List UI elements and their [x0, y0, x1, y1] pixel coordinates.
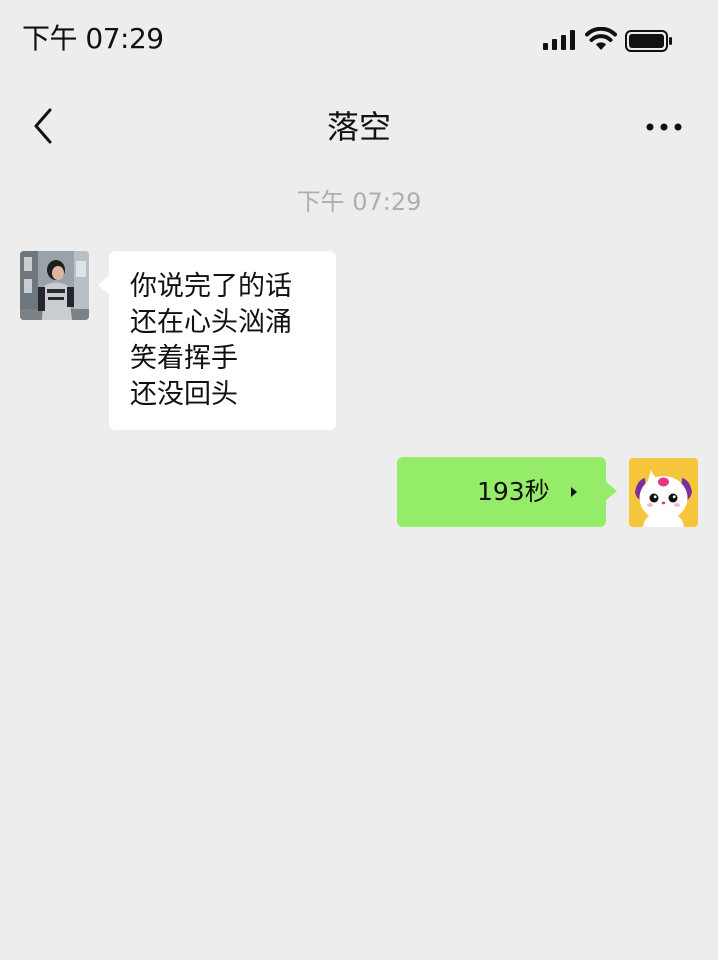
voice-play-icon	[571, 487, 577, 497]
text-message-bubble[interactable]: 你说完了的话 还在心头汹涌 笑着挥手 还没回头	[98, 251, 336, 430]
battery-icon	[625, 30, 672, 52]
cellular-signal-icon	[543, 30, 575, 50]
self-avatar[interactable]	[629, 458, 698, 527]
message-line: 还在心头汹涌	[130, 307, 292, 338]
outgoing-message: 193秒	[397, 457, 698, 527]
chat-title: 落空	[326, 108, 391, 146]
avatar-photo-icon	[20, 251, 89, 320]
more-button[interactable]	[640, 112, 688, 142]
message-line: 还没回头	[130, 379, 238, 410]
status-bar: 下午 07:29	[0, 0, 718, 78]
message-timestamp: 下午 07:29	[296, 188, 422, 216]
contact-avatar[interactable]	[20, 251, 89, 320]
cartoon-avatar-icon	[629, 458, 698, 527]
more-horizontal-icon	[646, 123, 682, 131]
voice-message-bubble[interactable]: 193秒	[397, 457, 617, 527]
message-line: 你说完了的话	[130, 271, 292, 302]
voice-duration: 193秒	[477, 477, 550, 506]
wifi-icon	[585, 27, 617, 50]
message-line: 笑着挥手	[130, 343, 238, 374]
status-time: 下午 07:29	[22, 22, 164, 55]
chat-header: 落空	[0, 90, 718, 166]
